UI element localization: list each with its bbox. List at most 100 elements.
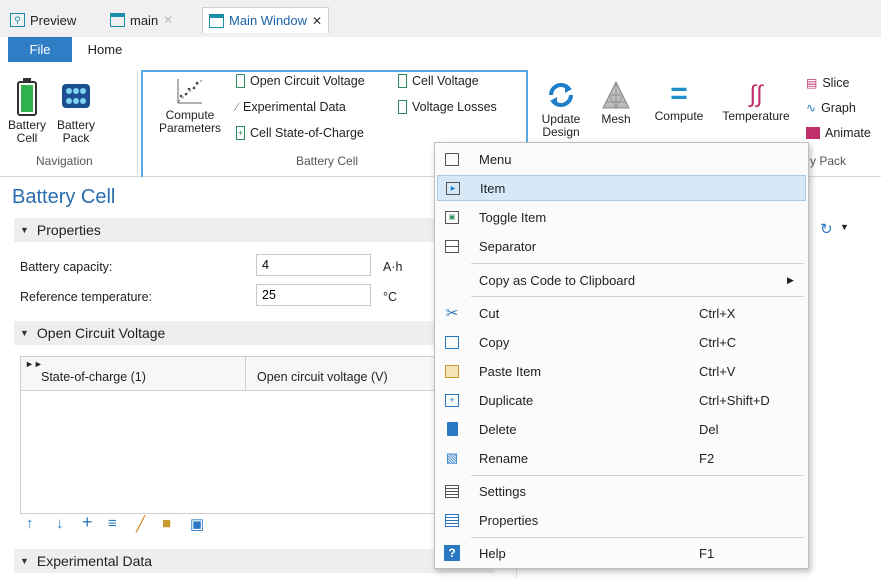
voltage-losses-button[interactable]: Voltage Losses [398,100,497,114]
heat-icon: ∫∫ [749,81,763,108]
mesh-button[interactable]: Mesh [596,80,636,126]
menu-item-delete[interactable]: Delete Del [437,416,806,442]
menu-item-properties[interactable]: Properties [437,507,806,533]
slice-icon: ▤ [806,76,818,90]
button-label: Voltage Losses [412,100,497,114]
group-label-pack: y Pack [810,154,847,168]
menu-item-shortcut: Ctrl+C [699,334,737,350]
section-ocv-header[interactable]: ▼ Open Circuit Voltage [14,321,494,345]
mesh-icon [602,80,630,109]
menu-item-cut[interactable]: ✂ Cut Ctrl+X [437,300,806,326]
compute-parameters-button[interactable]: Compute Parameters [150,76,230,135]
menu-item-label: Item [480,180,506,196]
button-label: Compute [654,109,704,123]
battery-capacity-label: Battery capacity: [20,260,113,274]
menu-item-menu[interactable]: Menu [437,146,806,172]
section-title: Open Circuit Voltage [36,325,166,341]
item-icon: ▶ [445,180,461,196]
reference-temperature-input[interactable] [256,284,371,306]
delete-rows-icon[interactable]: ≡ [108,515,117,532]
cell-state-of-charge-button[interactable]: + Cell State-of-Charge [236,126,364,140]
menu-item-separator[interactable]: Separator [437,233,806,259]
battery-cell-button[interactable]: Battery Cell [6,78,48,145]
section-experimental-header[interactable]: ▼ Experimental Data [14,549,494,573]
tab-main-window[interactable]: Main Window ✕ [202,7,330,33]
preview-icon: ⚲ [10,13,25,27]
menu-item-label: Separator [479,238,537,254]
menu-item-paste[interactable]: Paste Item Ctrl+V [437,358,806,384]
help-icon: ? [444,545,460,561]
menu-item-shortcut: F1 [699,545,715,561]
menu-item-shortcut: F2 [699,450,715,466]
slice-button[interactable]: ▤ Slice [806,76,849,90]
button-label: Temperature [722,109,790,123]
tab-main[interactable]: main ✕ [104,7,179,33]
menu-item-label: Copy [479,334,510,350]
button-label: Parameters [158,121,222,135]
battery-losses-icon [398,100,407,114]
compute-button[interactable]: = Compute [648,79,710,123]
separator-icon [444,238,460,254]
chevron-down-icon[interactable]: ▼ [840,222,849,232]
open-circuit-voltage-button[interactable]: Open Circuit Voltage [236,74,365,88]
animate-button[interactable]: Animate [806,126,871,140]
properties-icon [444,512,460,528]
button-label: Animate [825,126,871,140]
temperature-button[interactable]: ∫∫ Temperature [714,80,798,123]
menu-item-duplicate[interactable]: + Duplicate Ctrl+Shift+D [437,387,806,413]
battery-outline-icon [398,74,407,88]
menu-item-settings[interactable]: Settings [437,478,806,504]
menu-item-shortcut: Ctrl+Shift+D [699,392,770,408]
refresh-icon[interactable]: ↻ [820,220,833,238]
ocv-table[interactable]: ►► State-of-charge (1) Open circuit volt… [20,356,435,514]
window-icon [110,13,125,27]
curve-icon: ∕ [236,100,239,114]
menu-item-help[interactable]: ? Help F1 [437,540,806,566]
home-tab[interactable]: Home [80,37,130,62]
battery-pack-button[interactable]: Battery Pack [55,78,97,145]
settings-icon [444,483,460,499]
save-icon[interactable]: ▣ [190,515,204,533]
column-header[interactable]: Open circuit voltage (V) [257,370,388,384]
menu-item-label: Copy as Code to Clipboard [479,272,636,288]
rename-icon: ▧ [445,450,459,465]
document-tab-bar: ⚲ Preview main ✕ Main Window ✕ [0,0,881,37]
table-header: ►► State-of-charge (1) Open circuit volt… [21,357,434,391]
clear-table-icon[interactable]: ╱ [136,515,145,533]
menu-item-toggle-item[interactable]: ▣ Toggle Item [437,204,806,230]
section-properties-header[interactable]: ▼ Properties [14,218,494,242]
graph-icon: ∿ [806,101,817,115]
button-label: Experimental Data [243,100,346,114]
menu-item-copy[interactable]: Copy Ctrl+C [437,329,806,355]
load-file-icon[interactable]: ■ [162,515,171,532]
column-divider [245,357,246,391]
close-icon[interactable]: ✕ [163,13,173,27]
menu-item-label: Help [479,545,506,561]
experimental-data-button[interactable]: ∕ Experimental Data [236,100,346,114]
menu-item-copy-as-code[interactable]: Copy as Code to Clipboard ▶ [437,267,806,293]
close-icon[interactable]: ✕ [312,14,322,28]
tab-label: main [130,12,159,28]
ribbon-tab-bar: File Home [0,37,881,62]
file-tab[interactable]: File [8,37,72,62]
menu-item-item[interactable]: ▶ Item [437,175,806,201]
scissors-icon: ✂ [445,305,459,322]
move-up-icon[interactable]: ↑ [26,515,34,532]
menu-divider [471,296,804,297]
move-down-icon[interactable]: ↓ [56,515,64,532]
column-header[interactable]: State-of-charge (1) [41,370,146,384]
menu-item-label: Toggle Item [479,209,547,225]
expand-columns-icon[interactable]: ►► [25,359,43,369]
graph-button[interactable]: ∿ Graph [806,101,856,115]
tab-label: Preview [30,12,77,28]
add-icon[interactable]: + [82,512,93,533]
menu-item-label: Delete [479,421,517,437]
battery-capacity-unit: A·h [383,260,403,274]
menu-item-rename[interactable]: ▧ Rename F2 [437,445,806,471]
update-design-button[interactable]: Update Design [532,80,590,139]
battery-icon [17,78,37,116]
cell-voltage-button[interactable]: Cell Voltage [398,74,479,88]
tab-preview[interactable]: ⚲ Preview [4,7,82,33]
battery-capacity-input[interactable] [256,254,371,276]
toggle-item-icon: ▣ [444,209,460,225]
